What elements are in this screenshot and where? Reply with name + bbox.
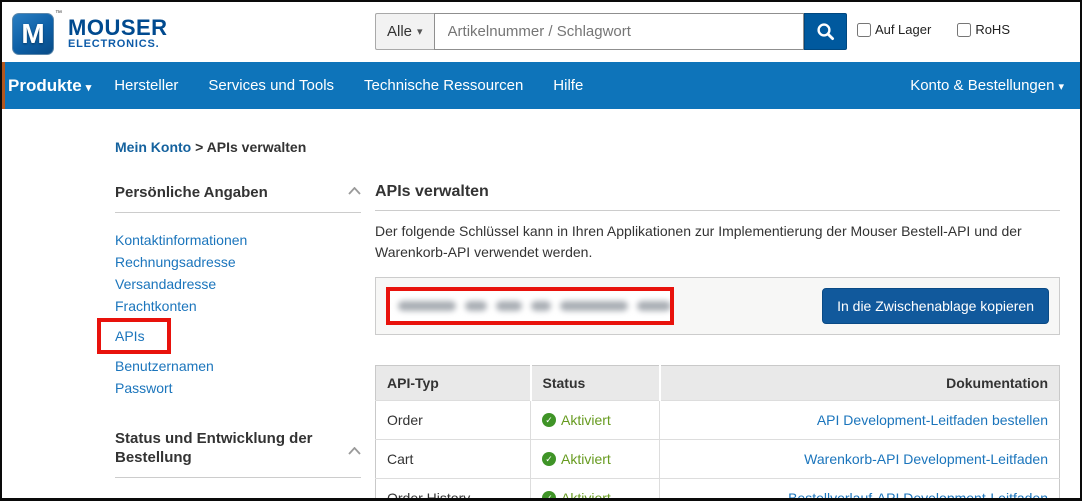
sidebar-section-title: Persönliche Angaben <box>115 183 268 202</box>
table-row: Order ✓ Aktiviert API Development-Leitfad… <box>376 401 1060 440</box>
search-filters: Auf Lager RoHS <box>857 22 1010 37</box>
nav-item-services-und-tools[interactable]: Services und Tools <box>193 77 349 94</box>
breadcrumb-separator: > <box>191 139 206 155</box>
nav-item-hilfe[interactable]: Hilfe <box>538 77 598 94</box>
chevron-down-icon: ▾ <box>1058 81 1064 93</box>
search-icon <box>816 22 835 41</box>
trademark-symbol: ™ <box>55 10 62 17</box>
page-title: APIs verwalten <box>375 183 1060 211</box>
auf-lager-label: Auf Lager <box>875 22 931 37</box>
sidebar-item-kontaktinformationen[interactable]: Kontaktinformationen <box>115 229 361 251</box>
nav-item-technische-ressourcen[interactable]: Technische Ressourcen <box>349 77 538 94</box>
api-key-redacted-value <box>398 301 671 311</box>
annotation-red-box-api-key <box>386 287 674 325</box>
sidebar-section-persoenliche-angaben[interactable]: Persönliche Angaben <box>115 183 361 202</box>
breadcrumb-mein-konto-link[interactable]: Mein Konto <box>115 139 191 155</box>
content-area: Mein Konto > APIs verwalten Persönliche … <box>2 109 1080 501</box>
filter-auf-lager: Auf Lager <box>857 22 931 37</box>
api-description: Der folgende Schlüssel kann in Ihren App… <box>375 221 1033 263</box>
column-header-api-typ: API-Typ <box>376 366 531 401</box>
nav-item-hersteller[interactable]: Hersteller <box>99 77 193 94</box>
chevron-down-icon: ▾ <box>86 82 92 94</box>
status-badge: Aktiviert <box>561 451 611 467</box>
sidebar-item-rechnungsadresse[interactable]: Rechnungsadresse <box>115 251 361 273</box>
sidebar-links: Kontaktinformationen Rechnungsadresse Ve… <box>115 229 361 399</box>
top-header: M ™ MOUSER ELECTRONICS. Alle ▾ <box>2 2 1080 62</box>
sidebar-item-bestellungen-offene-posten[interactable]: Bestellungen mit offenen Posten <box>115 494 361 501</box>
sidebar-divider <box>115 212 361 213</box>
mouser-logo[interactable]: M ™ MOUSER ELECTRONICS. <box>12 10 168 55</box>
chevron-down-icon: ▾ <box>417 25 423 38</box>
konto-bestellungen-label: Konto & Bestellungen <box>910 77 1054 94</box>
main-navbar: Produkte▾ Hersteller Services und Tools … <box>2 62 1080 109</box>
rohs-label: RoHS <box>975 22 1010 37</box>
nav-item-produkte-label: Produkte <box>8 76 82 95</box>
column-header-dokumentation: Dokumentation <box>660 366 1060 401</box>
copy-to-clipboard-button[interactable]: In die Zwischenablage kopieren <box>822 288 1049 324</box>
table-row: Cart ✓ Aktiviert Warenkorb-API Developmen… <box>376 440 1060 479</box>
account-sidebar: Persönliche Angaben Kontaktinformationen… <box>115 183 361 501</box>
chevron-up-icon <box>348 447 361 455</box>
api-type-cell: Cart <box>376 440 531 479</box>
apis-verwalten-panel: APIs verwalten Der folgende Schlüssel ka… <box>375 183 1060 501</box>
logo-name: MOUSER <box>68 17 168 38</box>
api-doc-cell: API Development-Leitfaden bestellen <box>660 401 1060 440</box>
rohs-checkbox[interactable] <box>957 23 971 37</box>
check-icon: ✓ <box>542 452 556 466</box>
sidebar-divider <box>115 477 361 478</box>
sidebar-section-title: Status und Entwicklung der Bestellung <box>115 429 315 467</box>
check-icon: ✓ <box>542 413 556 427</box>
api-type-cell: Order History <box>376 479 531 501</box>
nav-accent-strip <box>2 62 5 109</box>
status-badge: Aktiviert <box>561 490 611 501</box>
auf-lager-checkbox[interactable] <box>857 23 871 37</box>
doc-link-order-history[interactable]: Bestellverlauf-API Development-Leitfaden <box>788 490 1048 501</box>
column-header-status: Status <box>531 366 660 401</box>
api-doc-cell: Bestellverlauf-API Development-Leitfaden <box>660 479 1060 501</box>
logo-text: MOUSER ELECTRONICS. <box>68 17 168 50</box>
chevron-up-icon <box>348 187 361 195</box>
api-status-cell: ✓ Aktiviert <box>531 401 660 440</box>
search-bar: Alle ▾ <box>375 13 847 50</box>
mouser-m-icon: M <box>12 13 54 55</box>
mouser-account-page: M ™ MOUSER ELECTRONICS. Alle ▾ <box>0 0 1082 501</box>
doc-link-order[interactable]: API Development-Leitfaden bestellen <box>817 412 1048 428</box>
search-category-dropdown[interactable]: Alle ▾ <box>375 13 434 50</box>
check-icon: ✓ <box>542 491 556 501</box>
doc-link-cart[interactable]: Warenkorb-API Development-Leitfaden <box>804 451 1048 467</box>
api-key-panel: In die Zwischenablage kopieren <box>375 277 1060 335</box>
filter-rohs: RoHS <box>957 22 1010 37</box>
api-doc-cell: Warenkorb-API Development-Leitfaden <box>660 440 1060 479</box>
sidebar-section-status-bestellung[interactable]: Status und Entwicklung der Bestellung <box>115 429 361 467</box>
sidebar-item-versandadresse[interactable]: Versandadresse <box>115 273 361 295</box>
breadcrumb: Mein Konto > APIs verwalten <box>115 139 1060 155</box>
search-category-label: Alle <box>387 23 412 40</box>
logo-subtitle: ELECTRONICS. <box>68 38 168 50</box>
status-badge: Aktiviert <box>561 412 611 428</box>
api-status-cell: ✓ Aktiviert <box>531 479 660 501</box>
api-type-cell: Order <box>376 401 531 440</box>
api-status-cell: ✓ Aktiviert <box>531 440 660 479</box>
table-header-row: API-Typ Status Dokumentation <box>376 366 1060 401</box>
table-row: Order History ✓ Aktiviert Bestellverlauf-… <box>376 479 1060 501</box>
annotation-red-box-apis: APIs <box>97 318 171 354</box>
sidebar-item-benutzernamen[interactable]: Benutzernamen <box>115 355 361 377</box>
sidebar-item-apis[interactable]: APIs <box>115 328 145 344</box>
search-button[interactable] <box>804 13 847 50</box>
search-input[interactable] <box>434 13 804 50</box>
breadcrumb-current: APIs verwalten <box>207 139 307 155</box>
api-table: API-Typ Status Dokumentation Order ✓ Akti… <box>375 365 1060 501</box>
nav-item-produkte[interactable]: Produkte ▾ <box>5 76 99 96</box>
sidebar-item-passwort[interactable]: Passwort <box>115 377 361 399</box>
sidebar-item-frachtkonten[interactable]: Frachtkonten <box>115 295 361 317</box>
nav-item-konto-bestellungen[interactable]: Konto & Bestellungen ▾ <box>910 77 1080 94</box>
